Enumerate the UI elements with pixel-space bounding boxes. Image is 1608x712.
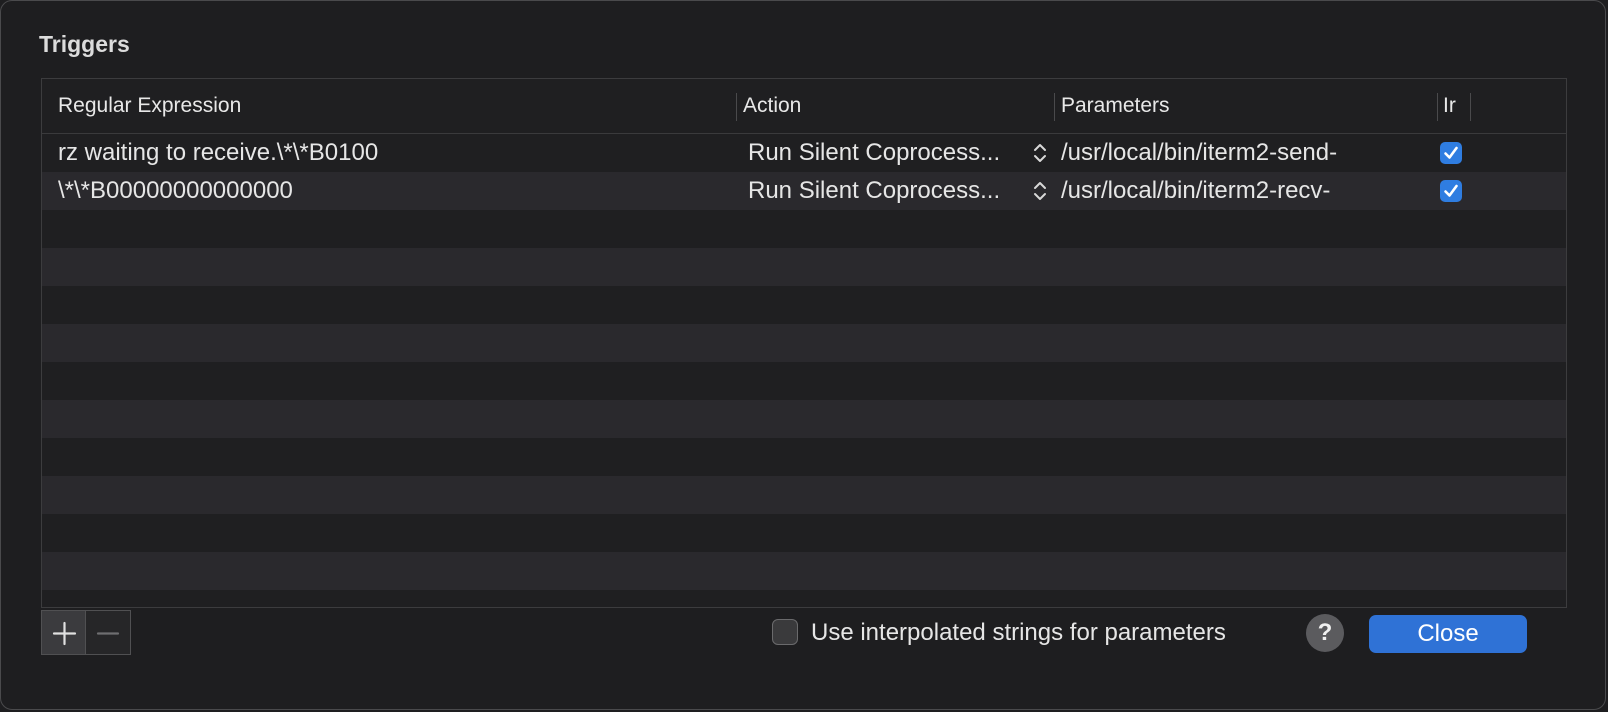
close-button[interactable]: Close [1369,615,1527,653]
chevron-up-down-icon[interactable] [1032,179,1048,203]
empty-row [42,400,1566,438]
dialog-title: Triggers [39,31,130,57]
triggers-table: Regular Expression Action Parameters Ir … [41,78,1567,608]
minus-icon [96,632,120,635]
instant-checkbox[interactable] [1440,142,1462,164]
empty-row [42,514,1566,552]
column-divider[interactable] [736,93,737,121]
column-header-instant[interactable]: Ir [1443,79,1457,133]
empty-row [42,362,1566,400]
add-trigger-button[interactable] [41,610,86,655]
help-button[interactable]: ? [1306,614,1344,652]
empty-row [42,286,1566,324]
empty-row [42,438,1566,476]
action-popup[interactable]: Run Silent Coprocess... [748,134,1023,172]
table-row[interactable]: rz waiting to receive.\*\*B0100 Run Sile… [42,134,1566,172]
plus-icon [52,621,77,646]
table-body: rz waiting to receive.\*\*B0100 Run Sile… [42,134,1566,607]
empty-row [42,248,1566,286]
regex-cell[interactable]: rz waiting to receive.\*\*B0100 [58,134,728,172]
column-header-parameters[interactable]: Parameters [1061,79,1431,133]
instant-checkbox[interactable] [1440,180,1462,202]
regex-cell[interactable]: \*\*B00000000000000 [58,172,728,210]
column-header-regex[interactable]: Regular Expression [58,79,728,133]
triggers-dialog: Triggers Regular Expression Action Param… [0,0,1606,710]
chevron-up-down-icon[interactable] [1032,141,1048,165]
empty-row [42,324,1566,362]
remove-trigger-button[interactable] [86,610,131,655]
parameters-cell[interactable]: /usr/local/bin/iterm2-recv- [1061,172,1431,210]
empty-row [42,476,1566,514]
checkmark-icon [1444,146,1458,159]
table-header: Regular Expression Action Parameters Ir [42,79,1566,134]
empty-row [42,210,1566,248]
action-popup[interactable]: Run Silent Coprocess... [748,172,1023,210]
empty-row [42,552,1566,590]
checkmark-icon [1444,184,1458,197]
table-row[interactable]: \*\*B00000000000000 Run Silent Coprocess… [42,172,1566,210]
column-header-action[interactable]: Action [743,79,1043,133]
interpolated-strings-label[interactable]: Use interpolated strings for parameters [811,615,1226,651]
column-divider[interactable] [1470,93,1471,121]
empty-row [42,590,1566,607]
parameters-cell[interactable]: /usr/local/bin/iterm2-send- [1061,134,1431,172]
interpolated-strings-checkbox[interactable] [772,619,798,645]
column-divider[interactable] [1054,93,1055,121]
column-divider[interactable] [1437,93,1438,121]
